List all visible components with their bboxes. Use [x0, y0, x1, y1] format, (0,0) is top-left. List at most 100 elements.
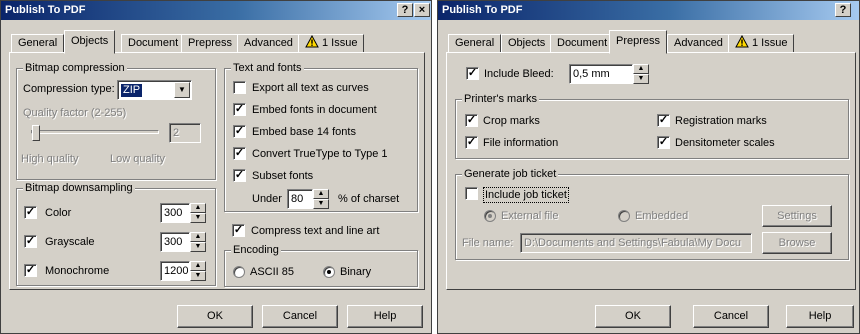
window-title: Publish To PDF [442, 4, 523, 16]
cancel-button[interactable]: Cancel [262, 305, 338, 328]
chevron-down-icon[interactable]: ▼ [174, 82, 190, 98]
publish-pdf-dialog-objects: Publish To PDF ? × General Objects Docum… [0, 0, 432, 334]
file-name-input[interactable]: D:\Documents and Settings\Fabula\My Docu [520, 233, 752, 253]
crop-marks-checkbox[interactable]: ✓ [465, 114, 478, 127]
compress-text-checkbox[interactable]: ✓ [232, 224, 245, 237]
tab-prepress[interactable]: Prepress [181, 34, 240, 53]
ok-button[interactable]: OK [177, 305, 253, 328]
help-title-button[interactable]: ? [397, 3, 413, 17]
group-title: Generate job ticket [462, 168, 559, 180]
subset-fonts-label: Subset fonts [252, 170, 314, 182]
monochrome-label: Monochrome [45, 265, 110, 277]
convert-truetype-checkbox[interactable]: ✓ [233, 147, 246, 160]
encoding-group: Encoding ASCII 85 Binary [224, 244, 418, 287]
ascii85-radio[interactable] [233, 266, 245, 278]
bleed-amount-spinner[interactable]: ▲ ▼ [633, 64, 649, 84]
bitmap-compression-group: Bitmap compression Compression type: ZIP… [16, 62, 216, 180]
ok-button[interactable]: OK [595, 305, 671, 328]
text-and-fonts-group: Text and fonts Export all text as curves… [224, 62, 418, 212]
color-dpi-input[interactable]: 300 [160, 203, 190, 223]
color-checkbox[interactable]: ✓ [24, 206, 37, 219]
warning-icon [735, 35, 749, 48]
printers-marks-group: Printer's marks ✓ Crop marks ✓ Registrat… [455, 93, 849, 159]
tab-prepress[interactable]: Prepress [609, 30, 668, 54]
embed-base14-checkbox[interactable]: ✓ [233, 125, 246, 138]
tab-issues[interactable]: 1 Issue [298, 34, 365, 53]
objects-panel: Bitmap compression Compression type: ZIP… [9, 52, 425, 290]
tab-document[interactable]: Document [121, 34, 186, 53]
tab-issues-label: 1 Issue [322, 37, 358, 49]
browse-button[interactable]: Browse [762, 232, 832, 254]
tab-objects[interactable]: Objects [501, 34, 553, 53]
densitometer-label: Densitometer scales [675, 137, 775, 149]
group-title: Bitmap downsampling [23, 182, 135, 194]
under-percent-spinner[interactable]: ▲ ▼ [313, 189, 329, 209]
color-dpi-spinner[interactable]: ▲ ▼ [190, 203, 206, 223]
file-name-label: File name: [462, 237, 514, 249]
subset-fonts-checkbox[interactable]: ✓ [233, 169, 246, 182]
monochrome-dpi-input[interactable]: 1200 [160, 261, 190, 281]
quality-slider-track[interactable] [31, 130, 159, 134]
quality-slider-thumb[interactable] [32, 125, 40, 141]
compression-type-label: Compression type: [23, 83, 115, 95]
close-button[interactable]: × [414, 3, 430, 17]
window-title: Publish To PDF [5, 4, 86, 16]
quality-factor-label: Quality factor (2-255) [23, 107, 127, 119]
include-bleed-label: Include Bleed: [484, 68, 554, 80]
ascii85-label: ASCII 85 [250, 266, 295, 278]
crop-marks-label: Crop marks [483, 115, 540, 127]
under-label: Under [252, 193, 282, 205]
tab-document[interactable]: Document [550, 34, 615, 53]
registration-marks-checkbox[interactable]: ✓ [657, 114, 670, 127]
compress-text-label: Compress text and line art [251, 225, 380, 237]
quality-factor-input[interactable]: 2 [169, 123, 201, 143]
export-curves-label: Export all text as curves [252, 82, 369, 94]
publish-pdf-dialog-prepress: Publish To PDF ? General Objects Documen… [437, 0, 860, 334]
tab-issues-label: 1 Issue [752, 37, 788, 49]
monochrome-checkbox[interactable]: ✓ [24, 264, 37, 277]
registration-marks-label: Registration marks [675, 115, 767, 127]
embedded-label: Embedded [635, 210, 689, 222]
monochrome-dpi-spinner[interactable]: ▲ ▼ [190, 261, 206, 281]
cancel-button[interactable]: Cancel [693, 305, 769, 328]
help-button[interactable]: Help [786, 305, 854, 328]
embedded-radio[interactable] [618, 210, 630, 222]
warning-icon [305, 35, 319, 48]
external-file-radio[interactable] [484, 210, 496, 222]
embed-fonts-label: Embed fonts in document [252, 104, 377, 116]
file-information-checkbox[interactable]: ✓ [465, 136, 478, 149]
include-bleed-checkbox[interactable]: ✓ [466, 67, 479, 80]
grayscale-label: Grayscale [45, 236, 95, 248]
compression-type-select[interactable]: ZIP ▼ [117, 80, 192, 100]
include-job-ticket-label: Include job ticket [483, 187, 569, 203]
embed-fonts-checkbox[interactable]: ✓ [233, 103, 246, 116]
tab-advanced[interactable]: Advanced [237, 34, 300, 53]
low-quality-label: Low quality [110, 153, 166, 165]
under-percent-input[interactable]: 80 [287, 189, 313, 209]
tab-advanced[interactable]: Advanced [667, 34, 730, 53]
export-curves-checkbox[interactable] [233, 81, 246, 94]
group-title: Encoding [231, 244, 281, 256]
title-bar: Publish To PDF ? [438, 1, 859, 20]
help-title-button[interactable]: ? [835, 3, 851, 17]
help-button[interactable]: Help [347, 305, 423, 328]
bleed-amount-input[interactable]: 0,5 mm [569, 64, 633, 84]
grayscale-checkbox[interactable]: ✓ [24, 235, 37, 248]
color-label: Color [45, 207, 72, 219]
densitometer-checkbox[interactable]: ✓ [657, 136, 670, 149]
tab-general[interactable]: General [11, 34, 65, 53]
embed-base14-label: Embed base 14 fonts [252, 126, 356, 138]
group-title: Printer's marks [462, 93, 539, 105]
high-quality-label: High quality [21, 153, 79, 165]
settings-button[interactable]: Settings [762, 205, 832, 227]
include-job-ticket-checkbox[interactable] [465, 187, 478, 200]
binary-radio[interactable] [323, 266, 335, 278]
grayscale-dpi-input[interactable]: 300 [160, 232, 190, 252]
tab-issues[interactable]: 1 Issue [728, 34, 795, 53]
tab-objects[interactable]: Objects [64, 30, 116, 54]
group-title: Bitmap compression [23, 62, 127, 74]
grayscale-dpi-spinner[interactable]: ▲ ▼ [190, 232, 206, 252]
tab-general[interactable]: General [448, 34, 502, 53]
charset-label: % of charset [338, 193, 400, 205]
binary-label: Binary [340, 266, 372, 278]
